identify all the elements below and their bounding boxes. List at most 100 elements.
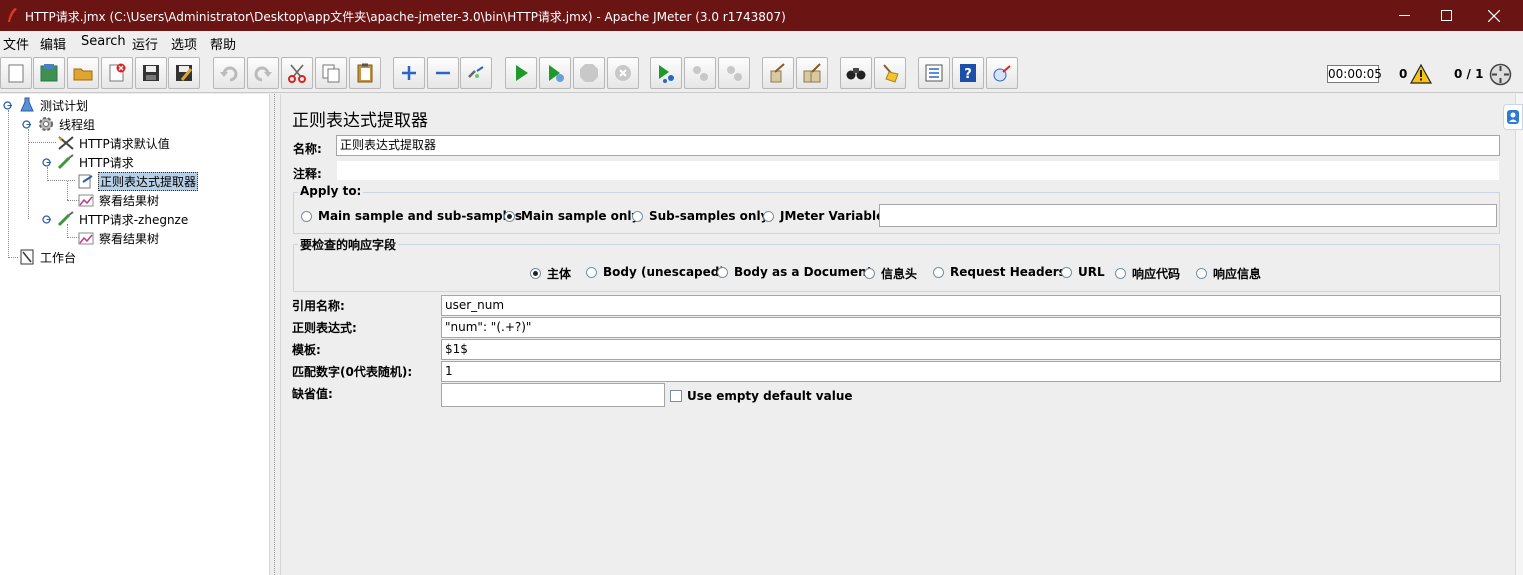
radio-body[interactable]: 主体 bbox=[530, 265, 571, 282]
radio-jmeter-variable[interactable]: JMeter Variable bbox=[763, 209, 884, 223]
collapse-all-button[interactable] bbox=[427, 57, 459, 89]
menu-help[interactable]: 帮助 bbox=[210, 34, 236, 53]
menu-bar: 文件 编辑 Search 运行 选项 帮助 bbox=[0, 31, 1523, 53]
radio-main-and-sub-samples[interactable]: Main sample and sub-samples bbox=[301, 209, 522, 223]
collapse-toggle-icon[interactable] bbox=[42, 215, 51, 224]
save-button[interactable] bbox=[135, 57, 167, 89]
tree-node-thread-group[interactable]: 线程组 bbox=[37, 115, 96, 133]
remote-start-all-button[interactable] bbox=[650, 57, 682, 89]
tree-node-http-defaults[interactable]: HTTP请求默认值 bbox=[57, 134, 171, 152]
right-edge-scrollbar[interactable] bbox=[1515, 94, 1523, 575]
redo-button[interactable] bbox=[247, 57, 279, 89]
save-as-button[interactable] bbox=[168, 57, 200, 89]
menu-options[interactable]: 选项 bbox=[171, 34, 197, 53]
match-no-label: 匹配数字(0代表随机): bbox=[292, 365, 413, 379]
jmeter-variable-field[interactable] bbox=[879, 204, 1497, 227]
test-plan-tree[interactable]: 测试计划 线程组 HTTP请求默认值 HTTP请求 正则表达式提取器 察看结果树… bbox=[0, 94, 269, 575]
radio-body-as-document[interactable]: Body as a Document bbox=[717, 265, 872, 279]
panel-title: 正则表达式提取器 bbox=[292, 111, 428, 131]
tree-node-http-request-zhegnze[interactable]: HTTP请求-zhegnze bbox=[57, 210, 189, 228]
search-button[interactable] bbox=[840, 57, 872, 89]
remote-shutdown-all-button[interactable] bbox=[718, 57, 750, 89]
template-field[interactable]: $1$ bbox=[441, 339, 1501, 360]
radio-body-unescaped[interactable]: Body (unescaped) bbox=[586, 265, 725, 279]
toggle-button[interactable] bbox=[460, 57, 492, 89]
window-title: HTTP请求.jmx (C:\Users\Administrator\Deskt… bbox=[25, 10, 786, 24]
radio-response-code[interactable]: 响应代码 bbox=[1115, 265, 1180, 282]
clear-all-button[interactable] bbox=[796, 57, 828, 89]
post-processor-icon bbox=[77, 173, 95, 189]
match-no-field[interactable]: 1 bbox=[441, 361, 1501, 382]
collapse-toggle-icon[interactable] bbox=[42, 158, 51, 167]
user-icon bbox=[1507, 110, 1519, 124]
radio-url[interactable]: URL bbox=[1061, 265, 1105, 279]
start-no-pauses-button[interactable] bbox=[539, 57, 571, 89]
start-no-pause-icon bbox=[549, 65, 564, 82]
open-button[interactable] bbox=[67, 57, 99, 89]
cut-button[interactable] bbox=[281, 57, 313, 89]
tree-node-label: 线程组 bbox=[59, 117, 96, 132]
collapse-toggle-icon[interactable] bbox=[22, 120, 31, 129]
log-viewer-icon bbox=[993, 65, 1011, 82]
name-field[interactable]: 正则表达式提取器 bbox=[336, 135, 1500, 156]
warning-icon[interactable] bbox=[1410, 64, 1432, 84]
templates-button[interactable] bbox=[33, 57, 65, 89]
collapse-toggle-icon[interactable] bbox=[3, 101, 12, 110]
paste-button[interactable] bbox=[349, 57, 381, 89]
radio-headers[interactable]: 信息头 bbox=[864, 265, 917, 282]
tree-node-view-results-tree[interactable]: 察看结果树 bbox=[77, 229, 160, 247]
stop-button[interactable] bbox=[573, 57, 605, 89]
shutdown-button[interactable] bbox=[607, 57, 639, 89]
reset-search-button[interactable] bbox=[874, 57, 906, 89]
radio-response-message[interactable]: 响应信息 bbox=[1196, 265, 1261, 282]
radio-indicator bbox=[301, 210, 312, 222]
clear-button[interactable] bbox=[762, 57, 794, 89]
remote-stop-icon bbox=[693, 66, 708, 81]
stop-icon bbox=[580, 64, 598, 82]
close-button[interactable] bbox=[1471, 0, 1517, 31]
tree-node-label: HTTP请求默认值 bbox=[79, 136, 170, 151]
close-file-button[interactable] bbox=[101, 57, 133, 89]
maximize-icon bbox=[1440, 10, 1452, 21]
clear-icon bbox=[770, 63, 785, 83]
menu-run[interactable]: 运行 bbox=[132, 34, 158, 53]
menu-search[interactable]: Search bbox=[81, 34, 126, 49]
toggle-icon bbox=[468, 66, 484, 78]
help-button[interactable]: ? bbox=[952, 57, 984, 89]
default-value-field[interactable] bbox=[441, 383, 665, 407]
menu-file[interactable]: 文件 bbox=[3, 34, 29, 53]
tree-connector bbox=[47, 180, 75, 181]
remote-start-icon bbox=[659, 65, 674, 83]
regex-field[interactable]: "num": "(.+?)" bbox=[441, 317, 1501, 338]
radio-label: Body as a Document bbox=[734, 265, 873, 279]
comment-field[interactable] bbox=[336, 160, 1500, 181]
minimize-button[interactable] bbox=[1381, 0, 1427, 31]
reference-name-field[interactable]: user_num bbox=[441, 295, 1501, 316]
listener-icon bbox=[77, 192, 95, 208]
tree-node-test-plan[interactable]: 测试计划 bbox=[18, 96, 89, 114]
function-helper-button[interactable] bbox=[918, 57, 950, 89]
save-icon bbox=[143, 65, 159, 81]
start-button[interactable] bbox=[505, 57, 537, 89]
undo-button[interactable] bbox=[213, 57, 245, 89]
tree-node-view-results-tree[interactable]: 察看结果树 bbox=[77, 191, 160, 209]
radio-sub-samples-only[interactable]: Sub-samples only bbox=[632, 209, 768, 223]
tree-node-regex-extractor[interactable]: 正则表达式提取器 bbox=[77, 171, 199, 191]
menu-edit[interactable]: 编辑 bbox=[40, 34, 66, 53]
copy-button[interactable] bbox=[315, 57, 347, 89]
workbench-icon bbox=[18, 249, 36, 265]
maximize-button[interactable] bbox=[1423, 0, 1469, 31]
radio-request-headers[interactable]: Request Headers bbox=[933, 265, 1066, 279]
cut-icon bbox=[288, 64, 306, 83]
new-icon bbox=[8, 64, 24, 83]
new-button[interactable] bbox=[0, 57, 32, 89]
split-pane-divider[interactable] bbox=[269, 94, 281, 575]
log-viewer-button[interactable] bbox=[986, 57, 1018, 89]
side-assistant-widget[interactable] bbox=[1503, 104, 1523, 130]
tree-node-http-request[interactable]: HTTP请求 bbox=[57, 153, 135, 171]
expand-all-button[interactable] bbox=[393, 57, 425, 89]
remote-stop-all-button[interactable] bbox=[684, 57, 716, 89]
radio-main-sample-only[interactable]: Main sample only bbox=[504, 209, 639, 223]
tree-node-workbench[interactable]: 工作台 bbox=[18, 248, 77, 266]
use-empty-default-checkbox[interactable]: Use empty default value bbox=[670, 389, 853, 403]
